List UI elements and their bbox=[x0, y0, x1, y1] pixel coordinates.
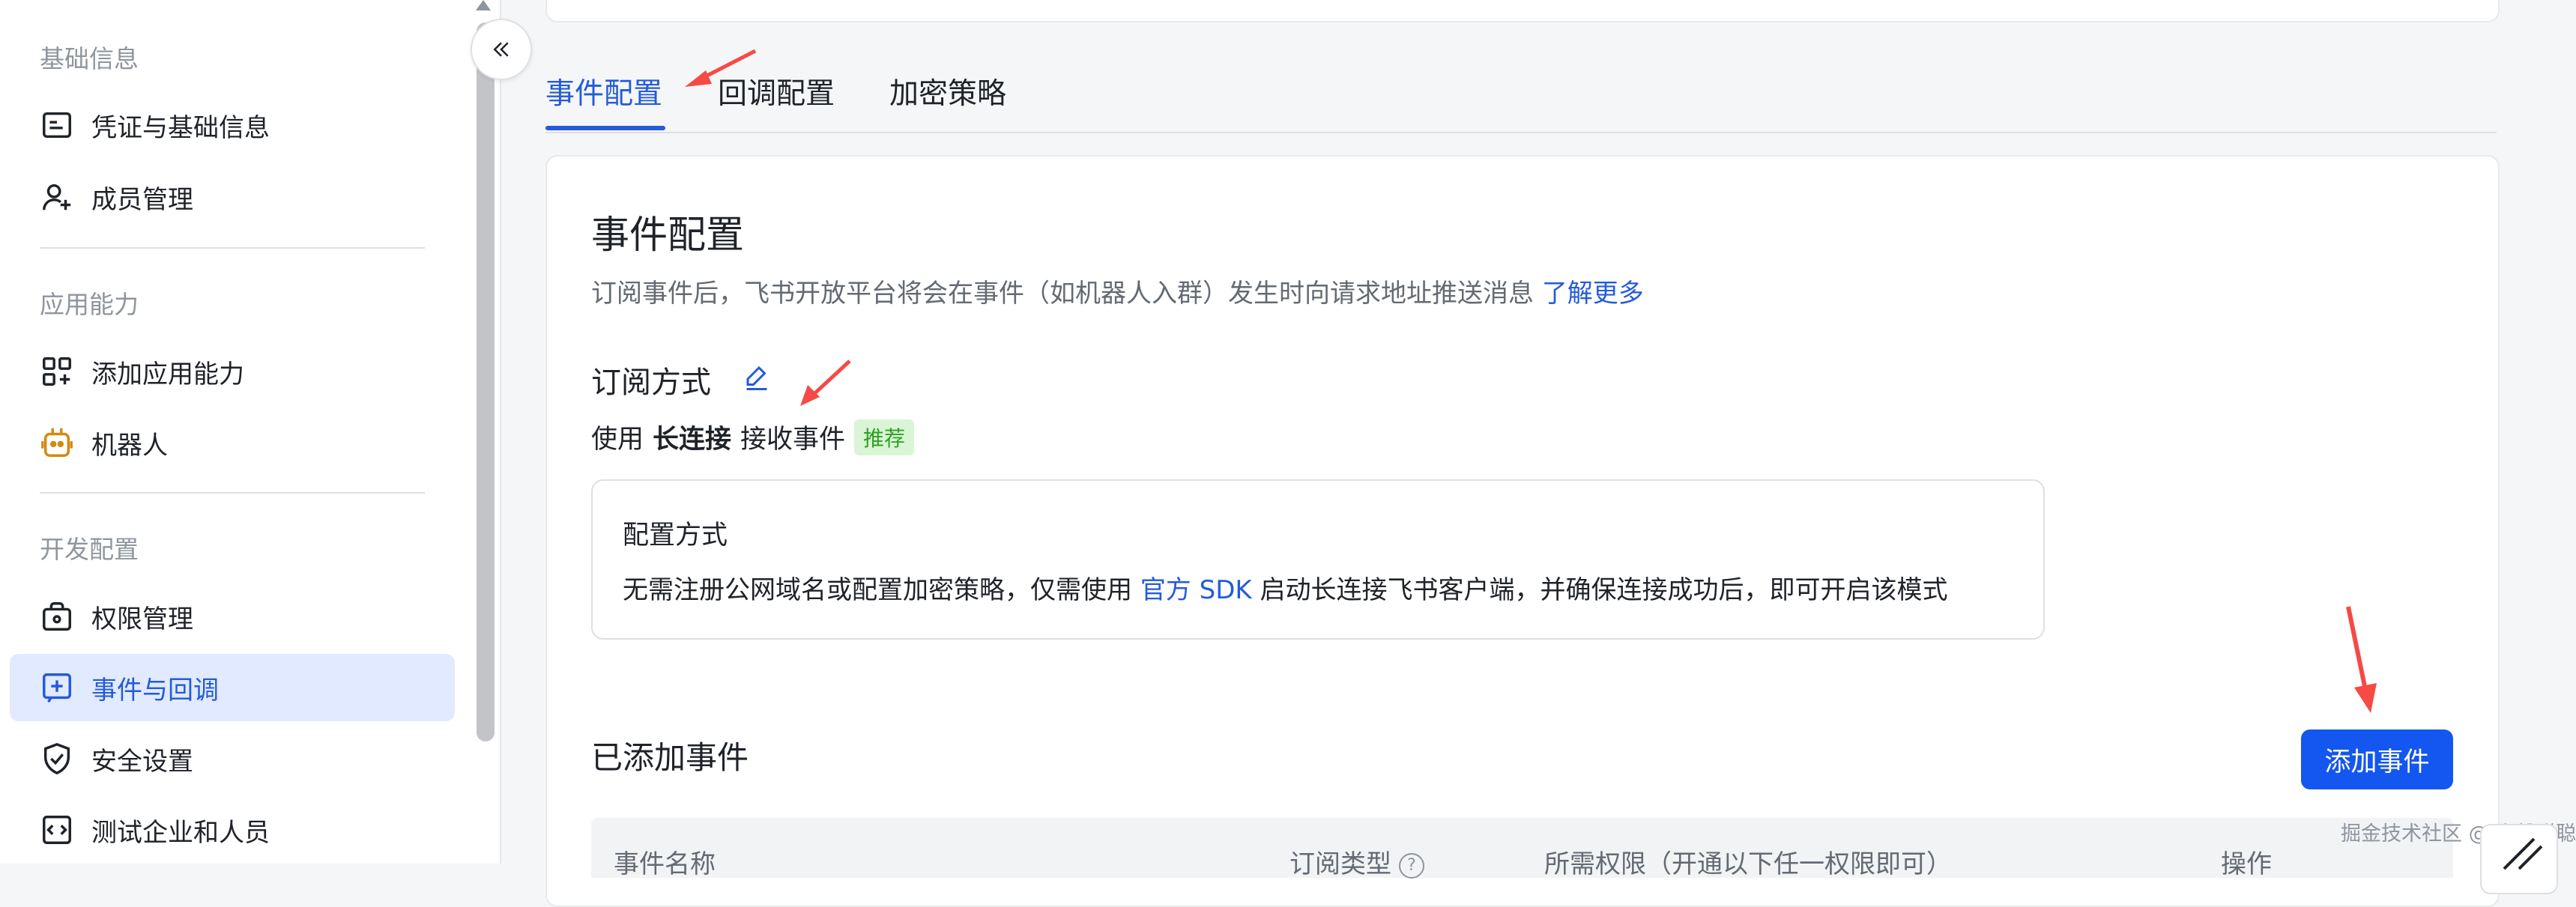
sidebar-item-label: 权限管理 bbox=[91, 604, 193, 634]
previous-card bbox=[545, 0, 2500, 22]
sidebar-item-permissions[interactable]: 权限管理 bbox=[10, 583, 455, 650]
column-header-subscription-type: 订阅类型? bbox=[1289, 843, 1424, 880]
sidebar-item-credentials[interactable]: 凭证与基础信息 bbox=[10, 91, 455, 159]
sidebar-item-label: 机器人 bbox=[91, 430, 168, 461]
help-icon[interactable]: ? bbox=[1399, 852, 1424, 879]
column-header-actions: 操作 bbox=[2221, 849, 2272, 879]
group-title-dev-config: 开发配置 bbox=[40, 535, 139, 564]
sidebar-item-add-capability[interactable]: 添加应用能力 bbox=[10, 338, 455, 405]
credential-icon bbox=[43, 112, 71, 139]
config-method-text: 无需注册公网域名或配置加密策略，仅需使用 官方 SDK 启动长连接飞书客户端，并… bbox=[623, 569, 1948, 606]
double-chevron-left-icon bbox=[493, 42, 509, 57]
subscription-method-label: 订阅方式 bbox=[591, 365, 711, 400]
added-events-title: 已添加事件 bbox=[591, 739, 749, 776]
add-capability-icon bbox=[43, 357, 71, 386]
config-method-title: 配置方式 bbox=[623, 521, 728, 550]
official-sdk-link[interactable]: 官方 SDK bbox=[1140, 575, 1252, 605]
subscription-method-value: 使用 长连接 接收事件 推荐 bbox=[591, 418, 915, 456]
collapse-sidebar-button[interactable] bbox=[471, 19, 532, 80]
annotation-arrow-icon bbox=[685, 49, 757, 87]
sidebar-item-label: 安全设置 bbox=[91, 746, 193, 777]
sidebar-item-label: 凭证与基础信息 bbox=[91, 112, 270, 143]
sidebar-item-security[interactable]: 安全设置 bbox=[10, 725, 455, 792]
shield-check-icon bbox=[43, 742, 70, 775]
event-callback-icon bbox=[43, 673, 71, 703]
description-text: 订阅事件后，飞书开放平台将会在事件（如机器人入群）发生时向请求地址推送消息 bbox=[591, 279, 1534, 309]
sidebar-item-events-callbacks[interactable]: 事件与回调 bbox=[10, 654, 455, 721]
column-header-subscription-type-label: 订阅类型 bbox=[1289, 849, 1391, 879]
column-header-event-name[interactable]: 事件名称 bbox=[614, 843, 716, 880]
column-header-required-permissions: 所需权限（开通以下任一权限即可） bbox=[1544, 849, 1952, 879]
tab-encryption-policy[interactable]: 加密策略 bbox=[889, 70, 1006, 112]
using-method: 长连接 bbox=[653, 425, 732, 455]
group-title-app-capabilities: 应用能力 bbox=[40, 290, 139, 319]
sidebar-item-label: 事件与回调 bbox=[91, 675, 219, 706]
config-text-after: 启动长连接飞书客户端，并确保连接成功后，即可开启该模式 bbox=[1260, 575, 1948, 605]
sidebar-scrollbar-thumb[interactable] bbox=[477, 22, 495, 741]
sidebar: 基础信息 凭证与基础信息 成员管理 应用能力 添加应用能力 机器人 开发配置 权… bbox=[0, 0, 501, 864]
learn-more-link[interactable]: 了解更多 bbox=[1542, 279, 1644, 309]
using-prefix: 使用 bbox=[591, 425, 644, 455]
scroll-up-arrow-icon[interactable] bbox=[476, 0, 491, 10]
sidebar-item-members[interactable]: 成员管理 bbox=[10, 163, 455, 231]
sidebar-divider bbox=[40, 492, 425, 494]
edit-icon[interactable] bbox=[743, 363, 770, 391]
events-table-header: 事件名称 订阅类型? 所需权限（开通以下任一权限即可） 操作 bbox=[591, 818, 2453, 880]
add-member-icon bbox=[43, 183, 71, 210]
diagonal-lines-icon bbox=[2503, 837, 2543, 870]
floating-corner-button[interactable] bbox=[2480, 824, 2558, 894]
sidebar-item-label: 成员管理 bbox=[91, 184, 193, 215]
group-title-basic-info: 基础信息 bbox=[40, 44, 139, 73]
add-event-button[interactable]: 添加事件 bbox=[2301, 729, 2453, 789]
tab-event-config[interactable]: 事件配置 bbox=[545, 70, 662, 112]
sidebar-item-label: 测试企业和人员 bbox=[91, 817, 270, 848]
robot-icon bbox=[41, 428, 73, 457]
annotation-arrow-icon bbox=[2346, 606, 2377, 713]
recommend-badge: 推荐 bbox=[854, 419, 915, 455]
tab-active-indicator bbox=[545, 126, 665, 130]
config-text-before: 无需注册公网域名或配置加密策略，仅需使用 bbox=[623, 575, 1132, 605]
code-test-icon bbox=[43, 816, 71, 844]
tab-bar: 事件配置 回调配置 加密策略 bbox=[545, 66, 2497, 133]
sidebar-divider bbox=[40, 247, 425, 249]
annotation-arrow-icon bbox=[800, 360, 851, 406]
permission-icon bbox=[43, 602, 71, 631]
section-title: 事件配置 bbox=[591, 213, 745, 258]
config-method-box: 配置方式 无需注册公网域名或配置加密策略，仅需使用 官方 SDK 启动长连接飞书… bbox=[591, 479, 2045, 640]
sidebar-item-label: 添加应用能力 bbox=[91, 359, 244, 389]
sidebar-item-robot[interactable]: 机器人 bbox=[10, 409, 455, 476]
section-description: 订阅事件后，飞书开放平台将会在事件（如机器人入群）发生时向请求地址推送消息 了解… bbox=[591, 273, 1644, 309]
sidebar-item-test-users[interactable]: 测试企业和人员 bbox=[10, 796, 455, 864]
using-suffix: 接收事件 bbox=[740, 425, 846, 455]
